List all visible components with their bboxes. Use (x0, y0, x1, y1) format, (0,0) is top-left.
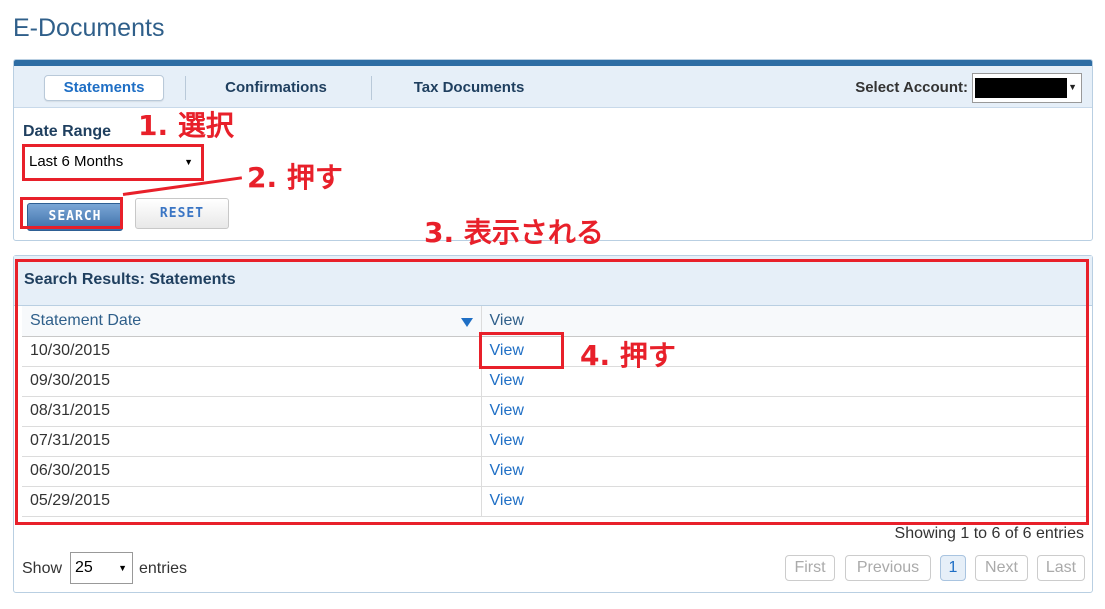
showing-entries-info: Showing 1 to 6 of 6 entries (894, 525, 1084, 542)
pagination-first[interactable]: First (785, 555, 835, 581)
reset-button[interactable]: RESET (135, 198, 229, 229)
pagination-page-1[interactable]: 1 (940, 555, 966, 581)
tab-statements[interactable]: Statements (44, 75, 164, 101)
annotation-step-2: 2. 押す (247, 161, 343, 194)
tab-confirmations[interactable]: Confirmations (206, 75, 346, 101)
annotation-box-results (15, 259, 1089, 525)
redacted-account-value (975, 78, 1067, 98)
select-account-label: Select Account: (855, 79, 968, 96)
tab-divider (185, 76, 186, 100)
date-range-label: Date Range (23, 123, 112, 140)
annotation-step-1: 1. 選択 (138, 109, 234, 142)
annotation-box-date-range (22, 144, 204, 181)
annotation-step-3: 3. 表示される (424, 216, 604, 249)
annotation-box-view (479, 332, 564, 369)
tab-bar: Statements Confirmations Tax Documents S… (14, 66, 1092, 108)
tab-divider (371, 76, 372, 100)
tab-tax-documents[interactable]: Tax Documents (394, 75, 544, 101)
chevron-down-icon: ▼ (118, 563, 127, 573)
pagination-next[interactable]: Next (975, 555, 1028, 581)
show-label: Show (22, 560, 63, 577)
pagination-previous[interactable]: Previous (845, 555, 931, 581)
pagination-last[interactable]: Last (1037, 555, 1085, 581)
annotation-step-4: 4. 押す (580, 339, 676, 372)
account-select[interactable]: ▼ (972, 73, 1082, 103)
chevron-down-icon: ▼ (1068, 82, 1077, 92)
annotation-box-search (20, 197, 123, 229)
entries-label: entries (139, 560, 188, 577)
page-title: E-Documents (13, 14, 165, 42)
page-size-value: 25 (75, 559, 93, 576)
page-size-select[interactable]: 25 ▼ (70, 552, 133, 584)
